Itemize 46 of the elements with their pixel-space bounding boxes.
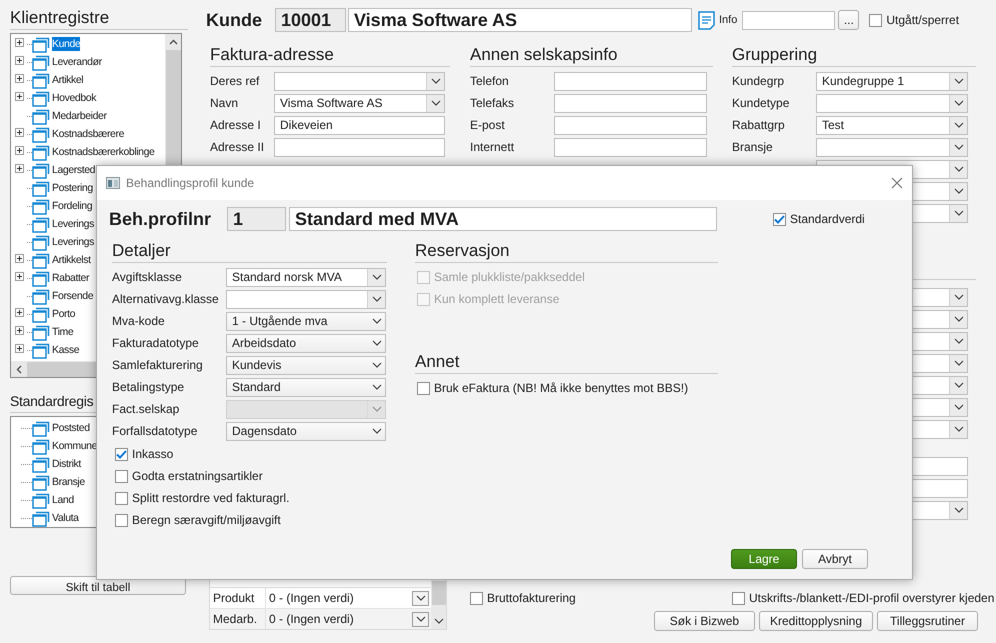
checkbox-label: Samle plukkliste/pakkseddel bbox=[434, 270, 585, 284]
field-label: Avgiftsklasse bbox=[112, 270, 183, 284]
field-label: Kundegrp bbox=[732, 74, 784, 88]
checkbox-label: Bruk eFaktura (NB! Må ikke benyttes mot BBS!) bbox=[434, 381, 688, 395]
field-label: Adresse I bbox=[210, 118, 261, 132]
checkbox-label: Inkasso bbox=[132, 447, 174, 461]
field-label: Telefon bbox=[470, 74, 509, 88]
panel-heading: Klientregistre bbox=[10, 8, 110, 27]
field-label: Fakturadatotype bbox=[112, 336, 200, 350]
section-heading: Annen selskapsinfo bbox=[470, 45, 618, 64]
checkbox-label: Bruttofakturering bbox=[487, 591, 576, 605]
field-label: Rabattgrp bbox=[732, 118, 785, 132]
dialog-title: Behandlingsprofil kunde bbox=[126, 176, 254, 190]
field-label: Fact.selskap bbox=[112, 402, 180, 416]
checkbox-label: Splitt restordre ved fakturagrl. bbox=[132, 491, 290, 505]
field-label: Navn bbox=[210, 96, 238, 110]
field-label: Internett bbox=[470, 140, 514, 154]
profile-label: Beh.profilnr bbox=[109, 208, 212, 230]
field-label: Samlefakturering bbox=[112, 358, 204, 372]
checkbox-label: Beregn særavgift/miljøavgift bbox=[132, 513, 281, 527]
field-label: E-post bbox=[470, 118, 505, 132]
checkbox-label: Utskrifts-/blankett-/EDI-profil overstyrer kjeden bbox=[749, 591, 994, 605]
checkbox-label: Utgått/sperret bbox=[886, 13, 960, 27]
field-label: Kundetype bbox=[732, 96, 790, 110]
info-label: Info bbox=[719, 14, 738, 26]
section-heading: Detaljer bbox=[112, 241, 171, 260]
field-label: Deres ref bbox=[210, 74, 260, 88]
field-label: Forfallsdatotype bbox=[112, 424, 198, 438]
section-heading: Annet bbox=[415, 352, 460, 371]
table-cell: 0 - (Ingen verdi) bbox=[269, 612, 354, 626]
section-heading: Gruppering bbox=[732, 45, 818, 64]
section-heading: Faktura-adresse bbox=[210, 45, 334, 64]
table-cell: Medarb. bbox=[210, 609, 266, 629]
field-label: Telefaks bbox=[470, 96, 514, 110]
section-heading: Reservasjon bbox=[415, 241, 510, 260]
table-cell: 0 - (Ingen verdi) bbox=[269, 591, 354, 605]
field-label: Bransje bbox=[732, 140, 773, 154]
field-label: Alternativavg.klasse bbox=[112, 292, 220, 306]
checkbox-label: Kun komplett leveranse bbox=[434, 292, 560, 306]
checkbox-label: Godta erstatningsartikler bbox=[132, 469, 263, 483]
field-label: Betalingstype bbox=[112, 380, 186, 394]
form-title: Kunde bbox=[206, 10, 263, 30]
field-label: Mva-kode bbox=[112, 314, 166, 328]
checkbox-label: Standardverdi bbox=[790, 212, 865, 226]
field-label: Adresse II bbox=[210, 140, 264, 154]
panel-heading: Standardregis bbox=[10, 393, 94, 409]
